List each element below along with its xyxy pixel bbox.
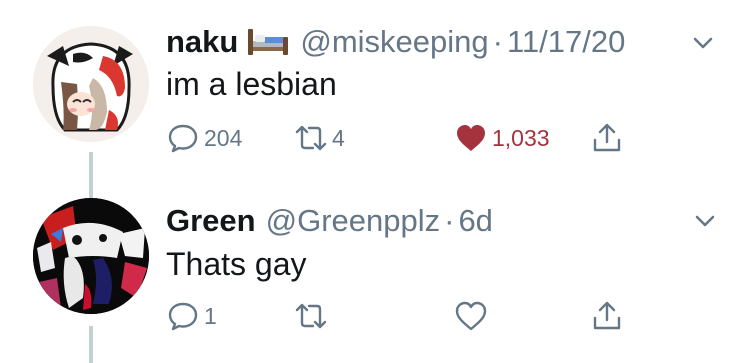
tweet[interactable]: naku @miskeeping · 11/17/20 im a lesbian…	[0, 0, 750, 190]
handle[interactable]: @Greenpplz	[266, 203, 441, 239]
tweet-text: im a lesbian	[166, 66, 337, 102]
display-name[interactable]: naku	[166, 24, 238, 60]
like-button[interactable]: 1,033	[454, 118, 550, 158]
reply-count: 204	[204, 124, 243, 151]
like-button[interactable]	[454, 296, 492, 336]
reply-icon	[168, 124, 198, 153]
reply-icon	[168, 302, 198, 331]
avatar[interactable]	[33, 198, 149, 314]
tweet[interactable]: Green @Greenpplz · 6d Thats gay 1	[0, 174, 750, 363]
display-name[interactable]: Green	[166, 203, 256, 239]
bed-emoji-icon	[246, 27, 290, 57]
separator: ·	[492, 24, 503, 59]
share-icon	[593, 301, 621, 330]
thread-line	[89, 326, 93, 363]
chevron-down-icon[interactable]	[690, 30, 716, 56]
timestamp[interactable]: 6d	[458, 203, 492, 239]
reply-count: 1	[204, 302, 217, 329]
share-icon	[593, 123, 621, 152]
share-button[interactable]	[590, 296, 624, 336]
thread-line-top	[89, 174, 93, 198]
like-count: 1,033	[492, 124, 550, 151]
retweet-icon	[295, 125, 327, 151]
separator: ·	[444, 203, 455, 238]
retweet-icon	[295, 303, 327, 329]
tweet-actions: 1	[166, 296, 646, 336]
tweet-header: naku @miskeeping · 11/17/20	[166, 24, 625, 60]
heart-icon	[455, 301, 487, 331]
reply-button[interactable]: 204	[166, 118, 242, 158]
tweet-text: Thats gay	[166, 246, 307, 282]
retweet-count: 4	[332, 124, 345, 151]
heart-icon	[457, 125, 485, 151]
avatar[interactable]	[33, 26, 149, 142]
handle[interactable]: @miskeeping	[300, 24, 488, 60]
timestamp[interactable]: 11/17/20	[507, 24, 625, 60]
reply-button[interactable]: 1	[166, 296, 217, 336]
chevron-down-icon[interactable]	[692, 208, 718, 234]
retweet-button[interactable]	[294, 296, 332, 336]
retweet-button[interactable]: 4	[294, 118, 345, 158]
tweet-header: Green @Greenpplz · 6d	[166, 203, 493, 239]
share-button[interactable]	[590, 118, 624, 158]
tweet-actions: 204 4 1,033	[166, 118, 646, 158]
